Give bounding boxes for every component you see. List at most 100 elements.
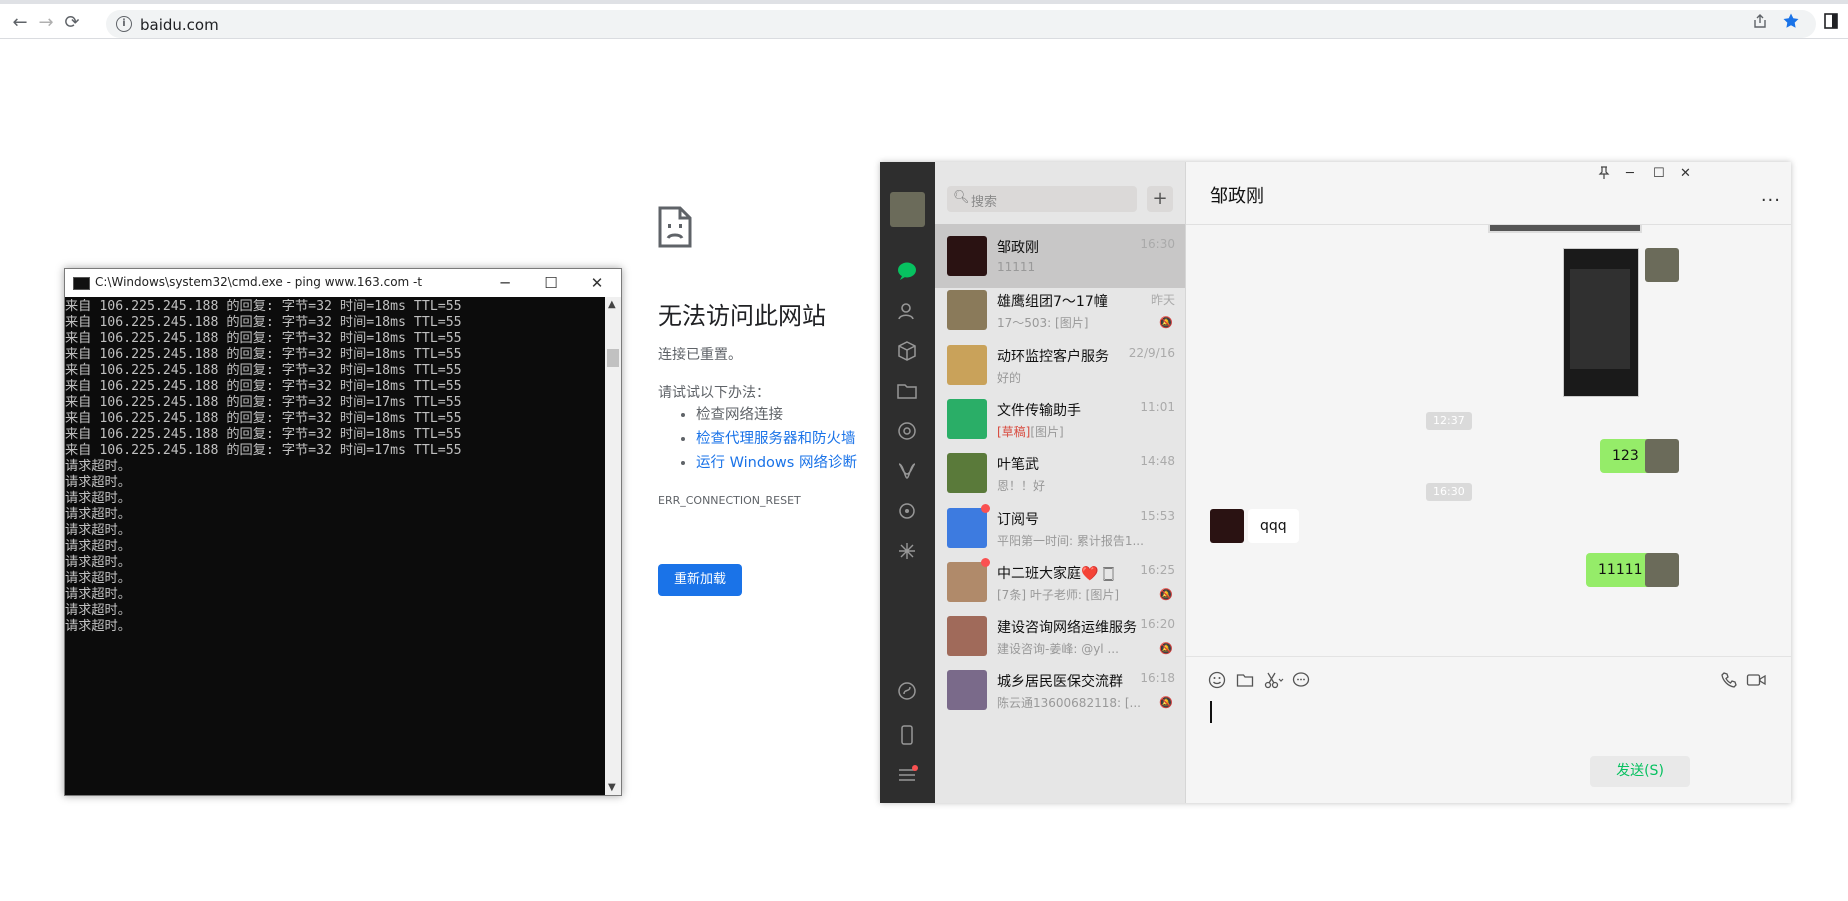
cmd-line: 请求超时。 [65, 555, 131, 570]
cmd-line: 来自 106.225.245.188 的回复: 字节=32 时间=17ms TT… [65, 443, 462, 458]
chat-list-item[interactable]: 城乡居民医保交流群 陈云通13600682118: [... 16:18 🔕 [935, 658, 1185, 722]
cmd-line: 来自 106.225.245.188 的回复: 字节=32 时间=18ms TT… [65, 331, 462, 346]
suggestion-link[interactable]: 检查代理服务器和防火墙 [696, 427, 857, 451]
suggestion-link[interactable]: 运行 Windows 网络诊断 [696, 451, 857, 475]
mute-icon: 🔕 [1159, 587, 1173, 601]
cmd-line: 来自 106.225.245.188 的回复: 字节=32 时间=17ms TT… [65, 395, 462, 410]
mute-icon: 🔕 [1159, 696, 1173, 710]
scroll-up-icon[interactable]: ▲ [608, 299, 616, 310]
more-icon[interactable]: ··· [1761, 190, 1781, 211]
cmd-line: 请求超时。 [65, 491, 131, 506]
scroll-thumb[interactable] [607, 349, 619, 367]
phone-icon[interactable] [896, 724, 918, 746]
cmd-line: 来自 106.225.245.188 的回复: 字节=32 时间=18ms TT… [65, 411, 462, 426]
chat-name: 雄鹰组团7～17幢 [997, 294, 1108, 311]
avatar[interactable] [1645, 439, 1679, 473]
contacts-icon[interactable] [896, 300, 918, 322]
cmd-window[interactable]: C:\Windows\system32\cmd.exe - ping www.1… [64, 268, 622, 796]
chat-icon[interactable] [896, 260, 918, 282]
unread-dot [981, 503, 990, 513]
video-call-icon[interactable] [1746, 671, 1766, 694]
mini-program-panel-icon[interactable] [896, 680, 918, 702]
scroll-down-icon[interactable]: ▼ [608, 782, 616, 793]
channels-icon[interactable] [896, 460, 918, 482]
avatar [947, 398, 987, 439]
suggestion-list: 检查网络连接 检查代理服务器和防火墙 运行 Windows 网络诊断 [678, 403, 857, 475]
emoji-icon[interactable] [1208, 671, 1226, 694]
chat-history-icon[interactable] [1292, 671, 1310, 694]
conversation-header: 邹政刚 ─ ☐ ✕ ··· [1186, 162, 1791, 225]
chat-name: 叶笔武 [997, 457, 1039, 474]
info-icon[interactable]: i [116, 16, 132, 32]
avatar [947, 670, 987, 711]
folder-icon[interactable] [896, 380, 918, 402]
cmd-scrollbar[interactable]: ▲ ▼ [605, 297, 621, 795]
forward-icon[interactable]: → [36, 13, 56, 33]
file-icon[interactable] [1236, 671, 1254, 694]
avatar [947, 453, 987, 494]
search-box[interactable]: 🔍︎ 搜索 [947, 186, 1137, 212]
chat-time: 16:25 [1140, 562, 1175, 577]
minimize-icon[interactable]: ─ [483, 271, 527, 295]
image-message[interactable] [1563, 248, 1639, 397]
url-text[interactable]: baidu.com [140, 16, 219, 34]
input-area[interactable]: 发送(S) [1186, 656, 1791, 803]
chat-preview: 17～503: [图片] [997, 314, 1152, 331]
avatar [947, 616, 987, 657]
chat-preview: 11111 [997, 260, 1152, 274]
avatar [947, 344, 987, 385]
unread-dot [981, 557, 990, 567]
back-icon[interactable]: ← [10, 13, 30, 33]
mini-program-icon[interactable] [896, 540, 918, 562]
avatar[interactable] [1645, 553, 1679, 587]
collections-icon[interactable] [896, 340, 918, 362]
chat-name: 中二班大家庭❤️ 🀆 [997, 565, 1115, 582]
close-icon[interactable]: ✕ [1680, 166, 1691, 181]
avatar[interactable] [1210, 509, 1244, 543]
cmd-title: C:\Windows\system32\cmd.exe - ping www.1… [95, 275, 423, 289]
chat-preview: 恩！！好 [997, 477, 1152, 494]
my-avatar[interactable] [890, 192, 925, 227]
avatar [947, 507, 987, 548]
chat-preview-text: 平阳第一时间: 累计报告1... [997, 533, 1144, 548]
maximize-icon[interactable]: ☐ [1653, 166, 1665, 181]
image-message-partial[interactable] [1488, 225, 1642, 233]
close-icon[interactable]: ✕ [575, 271, 619, 295]
voice-call-icon[interactable] [1720, 671, 1738, 694]
browser-toolbar: ← → ⟳ i baidu.com [0, 4, 1848, 39]
avatar [947, 561, 987, 602]
chat-preview-text: [7条] 叶子老师: [图片] [997, 587, 1120, 602]
side-panel-icon[interactable] [1824, 13, 1838, 29]
screenshot-icon[interactable] [1264, 671, 1284, 694]
address-bar[interactable]: i baidu.com [106, 10, 1816, 38]
cmd-output[interactable]: 来自 106.225.245.188 的回复: 字节=32 时间=18ms TT… [65, 299, 605, 793]
moments-icon[interactable] [896, 420, 918, 442]
search-feature-icon[interactable] [896, 500, 918, 522]
pin-icon[interactable] [1598, 166, 1610, 184]
add-button[interactable]: + [1147, 186, 1173, 212]
reload-icon[interactable]: ⟳ [62, 13, 82, 33]
reload-button[interactable]: 重新加载 [658, 564, 742, 596]
cmd-line: 来自 106.225.245.188 的回复: 字节=32 时间=18ms TT… [65, 299, 462, 314]
message-area: 12:37 123 16:30 qqq 11111 [1186, 225, 1791, 655]
conversation-panel: 邹政刚 ─ ☐ ✕ ··· 12:37 123 16:30 qqq 11111 [1186, 162, 1791, 803]
send-button[interactable]: 发送(S) [1590, 756, 1690, 787]
error-code: ERR_CONNECTION_RESET [658, 494, 801, 507]
chat-time: 14:48 [1140, 454, 1175, 469]
bookmark-star-icon[interactable] [1782, 12, 1800, 30]
chat-preview: 陈云通13600682118: [... [997, 694, 1152, 711]
message-bubble-other[interactable]: qqq [1248, 509, 1299, 543]
cmd-line: 来自 106.225.245.188 的回复: 字节=32 时间=18ms TT… [65, 379, 462, 394]
maximize-icon[interactable]: ☐ [529, 271, 573, 295]
menu-icon[interactable] [896, 764, 918, 786]
share-icon[interactable] [1752, 13, 1768, 29]
avatar [947, 236, 987, 276]
timestamp: 12:37 [1426, 412, 1472, 430]
minimize-icon[interactable]: ─ [1626, 166, 1634, 181]
cmd-line: 请求超时。 [65, 475, 131, 490]
chat-preview-text: 17～503: [图片] [997, 316, 1089, 331]
message-bubble-me[interactable]: 123 [1600, 439, 1651, 473]
cmd-titlebar[interactable]: C:\Windows\system32\cmd.exe - ping www.1… [65, 269, 621, 297]
avatar[interactable] [1645, 248, 1679, 282]
cmd-icon [73, 277, 90, 290]
